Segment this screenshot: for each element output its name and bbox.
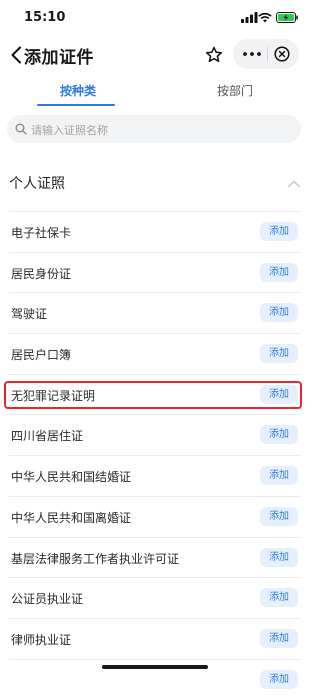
add-button[interactable]: 添加 — [260, 466, 298, 486]
status-time: 15:10 — [24, 10, 66, 25]
item-label: 电子社保卡 — [11, 226, 72, 240]
list-item: 中华人民共和国离婚证 添加 — [0, 495, 310, 537]
chevron-up-icon[interactable] — [287, 180, 301, 188]
mini-program-capsule — [233, 39, 299, 69]
navigation-bar: 添加证件 — [0, 36, 310, 76]
list-item: 基层法律服务工作者执业许可证 添加 — [0, 536, 310, 578]
search-input[interactable]: 请输入证照名称 — [7, 115, 301, 143]
list-item: 居民身份证 添加 — [0, 251, 310, 293]
add-button[interactable]: 添加 — [260, 669, 298, 689]
list-item: 驾驶证 添加 — [0, 292, 310, 333]
item-label: 四川省居住证 — [11, 429, 84, 444]
tab-by-department[interactable]: 按部门 — [217, 82, 253, 99]
add-button[interactable]: 添加 — [260, 628, 298, 648]
add-button[interactable]: 添加 — [260, 222, 298, 241]
page-title: 添加证件 — [24, 48, 94, 68]
wifi-icon — [258, 12, 272, 23]
active-tab-indicator — [37, 104, 115, 106]
section-title: 个人证照 — [9, 176, 65, 192]
capsule-divider — [267, 47, 268, 61]
add-button[interactable]: 添加 — [260, 588, 298, 608]
search-placeholder: 请输入证照名称 — [31, 124, 108, 137]
add-button[interactable]: 添加 — [260, 344, 298, 364]
item-label: 中华人民共和国离婚证 — [11, 510, 132, 525]
back-arrow-icon[interactable] — [10, 46, 22, 64]
item-label: 驾驶证 — [11, 307, 48, 322]
item-label: 中华人民共和国结婚证 — [11, 470, 132, 485]
list-item: 电子社保卡 添加 — [0, 211, 310, 252]
search-icon — [15, 123, 27, 135]
highlight-box — [4, 381, 302, 409]
close-icon[interactable] — [274, 46, 290, 62]
item-label: 基层法律服务工作者执业许可证 — [11, 551, 180, 566]
battery-charging-icon — [276, 12, 298, 23]
list-item: 居民户口簿 添加 — [0, 333, 310, 374]
tab-by-type[interactable]: 按种类 — [60, 82, 96, 99]
star-icon[interactable] — [205, 46, 223, 64]
item-label: 居民身份证 — [11, 266, 72, 281]
item-label: 公证员执业证 — [11, 592, 84, 607]
item-label: 居民户口簿 — [11, 348, 72, 363]
list-item: 四川省居住证 添加 — [0, 414, 310, 455]
status-bar: 15:10 — [0, 0, 310, 36]
certificate-list: 电子社保卡 添加 居民身份证 添加 驾驶证 添加 居民户口簿 添加 无犯罪记录证… — [0, 211, 310, 699]
list-item: 中华人民共和国结婚证 添加 — [0, 455, 310, 496]
signal-icon — [241, 12, 258, 23]
add-button[interactable]: 添加 — [260, 547, 298, 567]
category-tabs: 按种类 按部门 — [0, 76, 310, 110]
home-indicator — [102, 665, 208, 669]
add-button[interactable]: 添加 — [260, 425, 298, 445]
item-label: 律师执业证 — [11, 632, 72, 647]
list-item: 公证员执业证 添加 — [0, 577, 310, 618]
add-button[interactable]: 添加 — [260, 506, 298, 526]
more-options-icon[interactable] — [243, 52, 261, 56]
add-button[interactable]: 添加 — [260, 303, 298, 323]
add-button[interactable]: 添加 — [260, 262, 298, 282]
list-item: 律师执业证 添加 — [0, 617, 310, 659]
